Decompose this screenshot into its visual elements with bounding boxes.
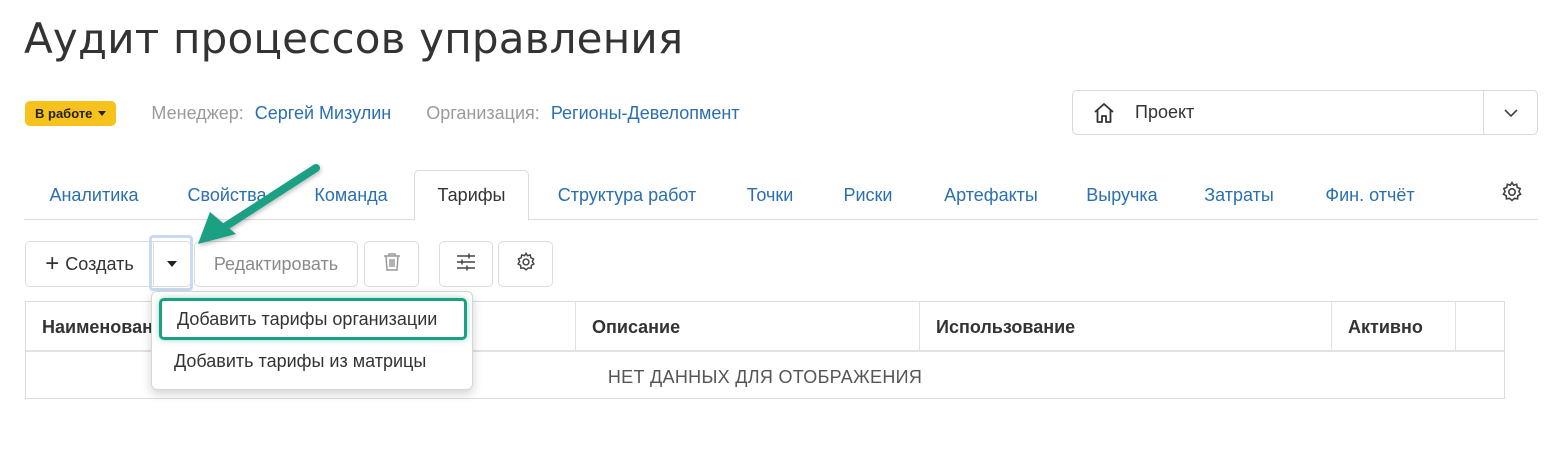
gear-icon[interactable] [1500,180,1524,204]
manager-label: Менеджер: [151,103,244,123]
tab-bar: Аналитика Свойства Команда Тарифы Структ… [24,170,1538,221]
create-dropdown-toggle[interactable] [153,241,191,287]
tab-tariffs[interactable]: Тарифы [414,170,529,221]
column-header-usage[interactable]: Использование [920,302,1332,352]
home-icon [1091,100,1117,126]
status-badge-label: В работе [35,106,93,121]
manager-link[interactable]: Сергей Мизулин [255,103,391,124]
tab-analytics[interactable]: Аналитика [24,170,164,220]
project-select-value: Проект [1135,102,1195,122]
tab-points[interactable]: Точки [725,170,815,220]
create-button-label: Создать [65,253,134,274]
caret-down-icon [167,261,177,267]
create-dropdown-menu: Добавить тарифы организации Добавить тар… [151,291,473,390]
tab-artifacts[interactable]: Артефакты [921,170,1061,220]
column-header-active[interactable]: Активно [1332,302,1456,352]
organization-link[interactable]: Регионы-Девелопмент [551,103,740,124]
menu-item-add-matrix-tariffs[interactable]: Добавить тарифы из матрицы [152,343,472,379]
create-button[interactable]: + Создать [25,241,153,287]
sliders-icon [455,251,477,278]
tab-revenue[interactable]: Выручка [1061,170,1183,220]
gear-icon [515,251,537,278]
chevron-down-icon [98,111,107,116]
tab-risks[interactable]: Риски [815,170,921,220]
plus-icon: + [45,250,60,277]
column-header-description[interactable]: Описание [576,302,920,352]
menu-item-add-org-tariffs[interactable]: Добавить тарифы организации [159,298,467,340]
tab-work-structure[interactable]: Структура работ [529,170,725,220]
tab-team[interactable]: Команда [290,170,412,220]
table-settings-button[interactable] [498,241,553,287]
organization-label: Организация: [426,103,540,123]
project-meta: В работе Менеджер: Сергей Мизулин Органи… [25,101,740,126]
delete-button[interactable] [364,241,419,287]
filter-button[interactable] [439,241,493,287]
trash-icon [381,251,403,278]
tab-costs[interactable]: Затраты [1183,170,1295,220]
tab-properties[interactable]: Свойства [164,170,290,220]
page-title: Аудит процессов управления [24,14,684,63]
chevron-down-icon[interactable] [1483,91,1537,134]
status-badge[interactable]: В работе [25,101,117,126]
edit-button[interactable]: Редактировать [194,241,358,287]
tab-financial-report[interactable]: Фин. отчёт [1295,170,1445,220]
project-select[interactable]: Проект [1072,90,1538,135]
